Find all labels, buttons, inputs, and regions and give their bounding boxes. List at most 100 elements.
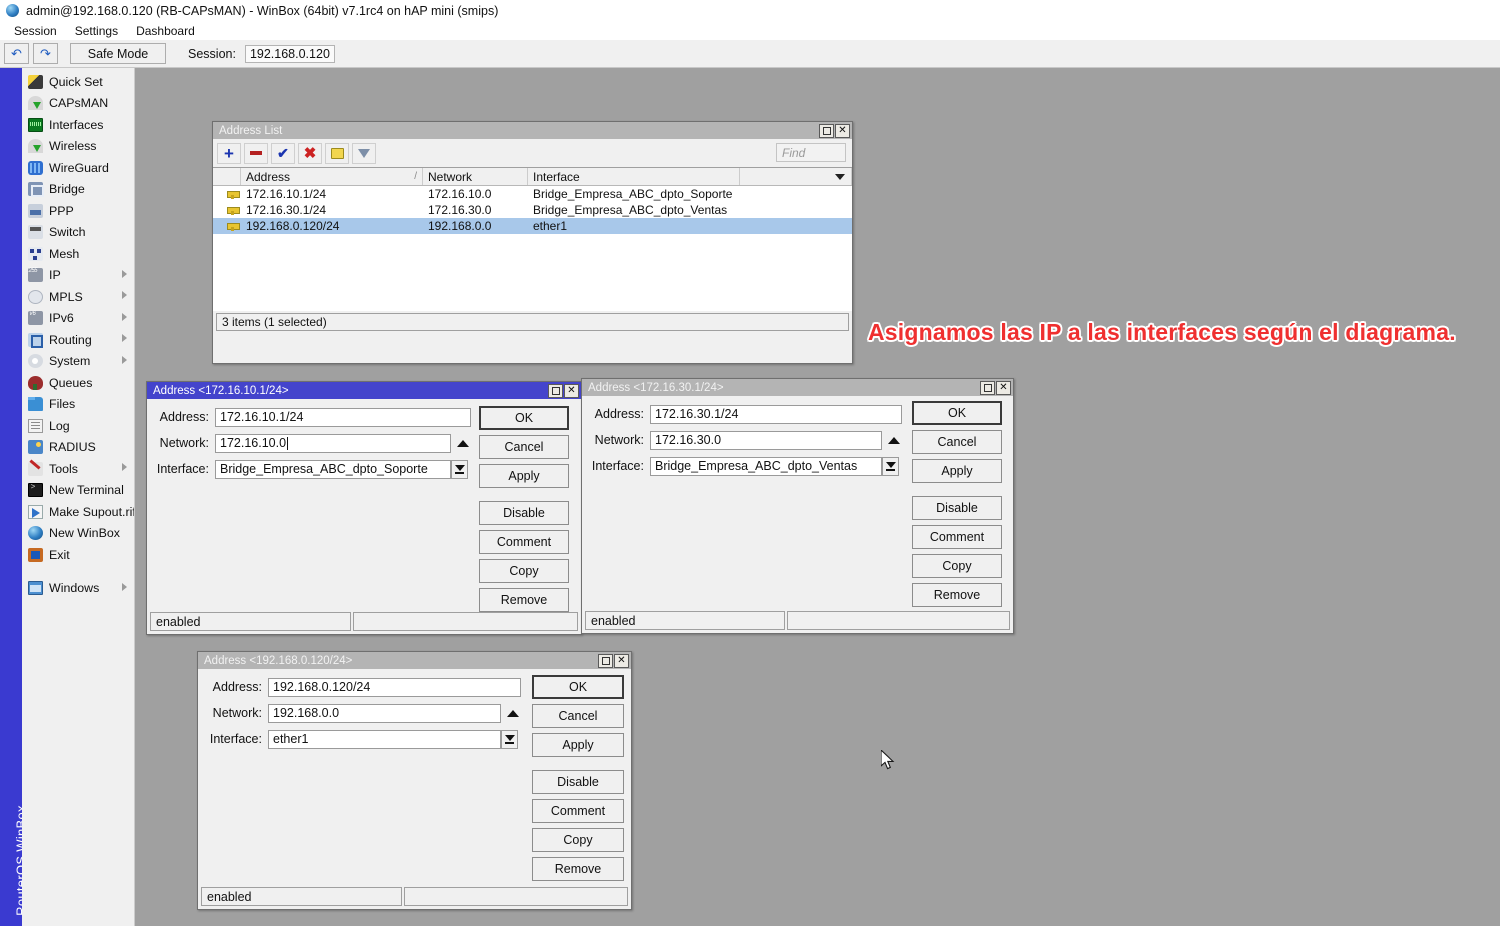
address-list-titlebar[interactable]: Address List ✕ xyxy=(213,122,852,139)
cell-network: 172.16.10.0 xyxy=(423,186,528,202)
ok-button[interactable]: OK xyxy=(479,406,569,430)
cancel-button[interactable]: Cancel xyxy=(912,430,1002,454)
remove-button[interactable]: Remove xyxy=(532,857,624,881)
sidebar-item-wireless[interactable]: Wireless xyxy=(22,136,134,158)
interface-input[interactable]: ether1 xyxy=(268,730,501,749)
interface-input[interactable]: Bridge_Empresa_ABC_dpto_Soporte xyxy=(215,460,451,479)
undo-icon[interactable]: ↶ xyxy=(4,43,29,64)
routeros-brand-rail: RouterOS WinBox xyxy=(0,68,22,926)
table-row-selected[interactable]: 192.168.0.120/24 192.168.0.0 ether1 xyxy=(213,218,852,234)
table-row[interactable]: 172.16.30.1/24 172.16.30.0 Bridge_Empres… xyxy=(213,202,852,218)
sidebar-item-quick-set[interactable]: Quick Set xyxy=(22,71,134,93)
network-input[interactable]: 172.16.30.0 xyxy=(650,431,882,450)
cancel-button[interactable]: Cancel xyxy=(532,704,624,728)
copy-button[interactable]: Copy xyxy=(479,559,569,583)
disable-button[interactable]: Disable xyxy=(479,501,569,525)
maximize-icon[interactable] xyxy=(548,384,563,398)
interface-input[interactable]: Bridge_Empresa_ABC_dpto_Ventas xyxy=(650,457,882,476)
network-label: Network: xyxy=(153,436,209,450)
interface-dropdown-icon[interactable] xyxy=(451,460,468,479)
copy-button[interactable]: Copy xyxy=(912,554,1002,578)
sidebar-item-bridge[interactable]: Bridge xyxy=(22,179,134,201)
sidebar-item-interfaces[interactable]: Interfaces xyxy=(22,114,134,136)
address-input[interactable]: 172.16.10.1/24 xyxy=(215,408,471,427)
address-pin-icon xyxy=(227,221,238,231)
menu-dashboard[interactable]: Dashboard xyxy=(127,23,204,39)
comment-button[interactable] xyxy=(325,143,349,164)
network-expand-button[interactable] xyxy=(885,431,903,450)
sidebar-item-new-winbox[interactable]: New WinBox xyxy=(22,523,134,545)
redo-icon[interactable]: ↷ xyxy=(33,43,58,64)
apply-button[interactable]: Apply xyxy=(532,733,624,757)
cancel-button[interactable]: Cancel xyxy=(479,435,569,459)
sidebar-item-queues[interactable]: Queues xyxy=(22,372,134,394)
address-table: Address / Network Interface 172.16.10.1/… xyxy=(213,167,852,311)
column-chooser[interactable] xyxy=(740,168,852,185)
find-input[interactable]: Find xyxy=(776,143,846,162)
menu-settings[interactable]: Settings xyxy=(66,23,127,39)
sidebar-item-windows[interactable]: Windows xyxy=(22,578,134,600)
sidebar-item-system[interactable]: System xyxy=(22,351,134,373)
sidebar-item-tools[interactable]: Tools xyxy=(22,458,134,480)
sidebar-item-wireguard[interactable]: WireGuard xyxy=(22,157,134,179)
disable-address-button[interactable]: ✖ xyxy=(298,143,322,164)
address-input[interactable]: 192.168.0.120/24 xyxy=(268,678,521,697)
sidebar-item-mpls[interactable]: MPLS xyxy=(22,286,134,308)
remove-button[interactable]: Remove xyxy=(479,588,569,612)
maximize-icon[interactable] xyxy=(980,381,995,395)
add-address-button[interactable]: + xyxy=(217,143,241,164)
safe-mode-button[interactable]: Safe Mode xyxy=(70,43,166,64)
dialog-titlebar[interactable]: Address <172.16.10.1/24> ✕ xyxy=(147,382,581,399)
column-header-network[interactable]: Network xyxy=(423,168,528,185)
network-input[interactable]: 172.16.10.0 xyxy=(215,434,451,453)
close-icon[interactable]: ✕ xyxy=(835,124,850,138)
dialog-titlebar[interactable]: Address <172.16.30.1/24> ✕ xyxy=(582,379,1013,396)
network-input[interactable]: 192.168.0.0 xyxy=(268,704,501,723)
sidebar-item-new-terminal[interactable]: New Terminal xyxy=(22,480,134,502)
ok-button[interactable]: OK xyxy=(532,675,624,699)
menu-session[interactable]: Session xyxy=(5,23,66,39)
dialog-titlebar[interactable]: Address <192.168.0.120/24> ✕ xyxy=(198,652,631,669)
sidebar-item-ppp[interactable]: PPP xyxy=(22,200,134,222)
close-icon[interactable]: ✕ xyxy=(996,381,1011,395)
network-expand-button[interactable] xyxy=(454,434,472,453)
apply-button[interactable]: Apply xyxy=(479,464,569,488)
sidebar-item-ipv6[interactable]: IPv6 xyxy=(22,308,134,330)
session-input[interactable]: 192.168.0.120 xyxy=(245,45,335,63)
copy-button[interactable]: Copy xyxy=(532,828,624,852)
sidebar-item-switch[interactable]: Switch xyxy=(22,222,134,244)
close-icon[interactable]: ✕ xyxy=(614,654,629,668)
remove-button[interactable]: Remove xyxy=(912,583,1002,607)
comment-button[interactable]: Comment xyxy=(479,530,569,554)
interface-dropdown-icon[interactable] xyxy=(882,457,899,476)
sidebar-item-label: System xyxy=(49,354,90,368)
sidebar-item-routing[interactable]: Routing xyxy=(22,329,134,351)
disable-button[interactable]: Disable xyxy=(912,496,1002,520)
enable-address-button[interactable]: ✔ xyxy=(271,143,295,164)
comment-button[interactable]: Comment xyxy=(912,525,1002,549)
network-expand-button[interactable] xyxy=(504,704,522,723)
comment-button[interactable]: Comment xyxy=(532,799,624,823)
address-input[interactable]: 172.16.30.1/24 xyxy=(650,405,902,424)
apply-button[interactable]: Apply xyxy=(912,459,1002,483)
sidebar-item-log[interactable]: Log xyxy=(22,415,134,437)
address-detail-dialog-2: Address <172.16.30.1/24> ✕ Address: 172.… xyxy=(581,378,1014,634)
sidebar-item-radius[interactable]: RADIUS xyxy=(22,437,134,459)
maximize-icon[interactable] xyxy=(598,654,613,668)
sidebar-item-ip[interactable]: IP xyxy=(22,265,134,287)
disable-button[interactable]: Disable xyxy=(532,770,624,794)
close-icon[interactable]: ✕ xyxy=(564,384,579,398)
column-header-address[interactable]: Address / xyxy=(241,168,423,185)
remove-address-button[interactable] xyxy=(244,143,268,164)
sidebar-item-mesh[interactable]: Mesh xyxy=(22,243,134,265)
ok-button[interactable]: OK xyxy=(912,401,1002,425)
interface-dropdown-icon[interactable] xyxy=(501,730,518,749)
sidebar-item-exit[interactable]: Exit xyxy=(22,544,134,566)
table-row[interactable]: 172.16.10.1/24 172.16.10.0 Bridge_Empres… xyxy=(213,186,852,202)
sidebar-item-files[interactable]: Files xyxy=(22,394,134,416)
maximize-icon[interactable] xyxy=(819,124,834,138)
sidebar-item-capsman[interactable]: CAPsMAN xyxy=(22,93,134,115)
column-header-interface[interactable]: Interface xyxy=(528,168,740,185)
sidebar-item-make-supout[interactable]: Make Supout.rif xyxy=(22,501,134,523)
filter-button[interactable] xyxy=(352,143,376,164)
